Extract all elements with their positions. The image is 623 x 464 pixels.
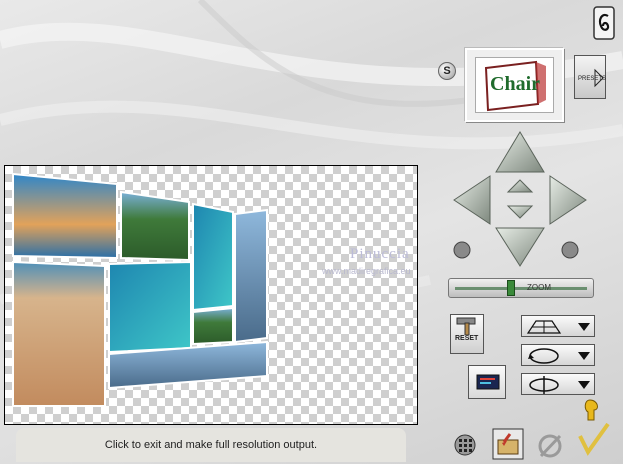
rotate-axis-dropdown[interactable] — [521, 373, 595, 395]
watermark-name: Pinuccia — [350, 246, 410, 262]
rotate-circle-icon — [528, 348, 559, 364]
navigation-pad — [453, 131, 587, 267]
thumbnail-title: Chair — [490, 73, 540, 95]
preset-thumbnail[interactable]: Chair — [465, 48, 564, 122]
grid-plane-dropdown[interactable] — [521, 315, 595, 337]
presets-arrow-icon — [594, 68, 604, 88]
rotate-right-icon[interactable] — [561, 241, 579, 259]
photo-tile-reef — [108, 260, 192, 354]
nav-left-arrow-icon[interactable] — [453, 175, 491, 225]
nav-forward-arrow-icon[interactable] — [506, 179, 534, 193]
photo-tile-statue — [234, 208, 268, 344]
open-file-icon[interactable] — [492, 428, 524, 460]
preview-canvas[interactable] — [4, 165, 418, 425]
settings-s-badge[interactable]: S — [438, 62, 456, 80]
zoom-label: ZOOM — [527, 283, 551, 292]
photo-tile-city-lagoon — [120, 190, 190, 262]
cancel-icon[interactable] — [536, 432, 564, 460]
nav-back-arrow-icon[interactable] — [506, 205, 534, 219]
app-logo-icon — [593, 6, 615, 40]
photo-collage — [12, 172, 268, 407]
photo-tile-green-field — [192, 306, 234, 346]
zoom-track — [455, 287, 587, 290]
zoom-thumb[interactable] — [507, 280, 516, 296]
photo-tile-coast — [192, 202, 234, 312]
chair-logo-icon: Chair — [484, 60, 546, 112]
rotate-axis-icon — [529, 376, 559, 394]
monitor-icon — [476, 374, 500, 390]
photo-tile-dunes — [12, 260, 106, 407]
presets-button[interactable]: PRESETS — [574, 55, 606, 99]
grid-dots-icon[interactable] — [454, 434, 476, 456]
zoom-slider[interactable]: ZOOM — [448, 278, 594, 298]
rotate-circle-dropdown[interactable] — [521, 344, 595, 366]
watermark-url: www.madiregrafica.eu — [322, 266, 411, 276]
nav-down-arrow-icon[interactable] — [495, 227, 545, 267]
ok-check-icon[interactable] — [574, 396, 614, 460]
rotate-left-icon[interactable] — [453, 241, 471, 259]
nav-right-arrow-icon[interactable] — [549, 175, 587, 225]
chevron-down-icon — [578, 352, 590, 360]
thumbnail-canvas: Chair — [475, 57, 554, 113]
chevron-down-icon — [578, 381, 590, 389]
status-bar[interactable]: Click to exit and make full resolution o… — [16, 428, 406, 462]
output-options-button[interactable] — [468, 365, 506, 399]
reset-button[interactable]: RESET — [450, 314, 484, 354]
grid-plane-icon — [526, 320, 562, 334]
status-text: Click to exit and make full resolution o… — [104, 439, 318, 451]
reset-label: RESET — [455, 335, 479, 342]
photo-tile-sailboat — [12, 172, 118, 260]
nav-up-arrow-icon[interactable] — [495, 131, 545, 173]
hammer-icon — [456, 317, 476, 335]
chevron-down-icon — [578, 323, 590, 331]
